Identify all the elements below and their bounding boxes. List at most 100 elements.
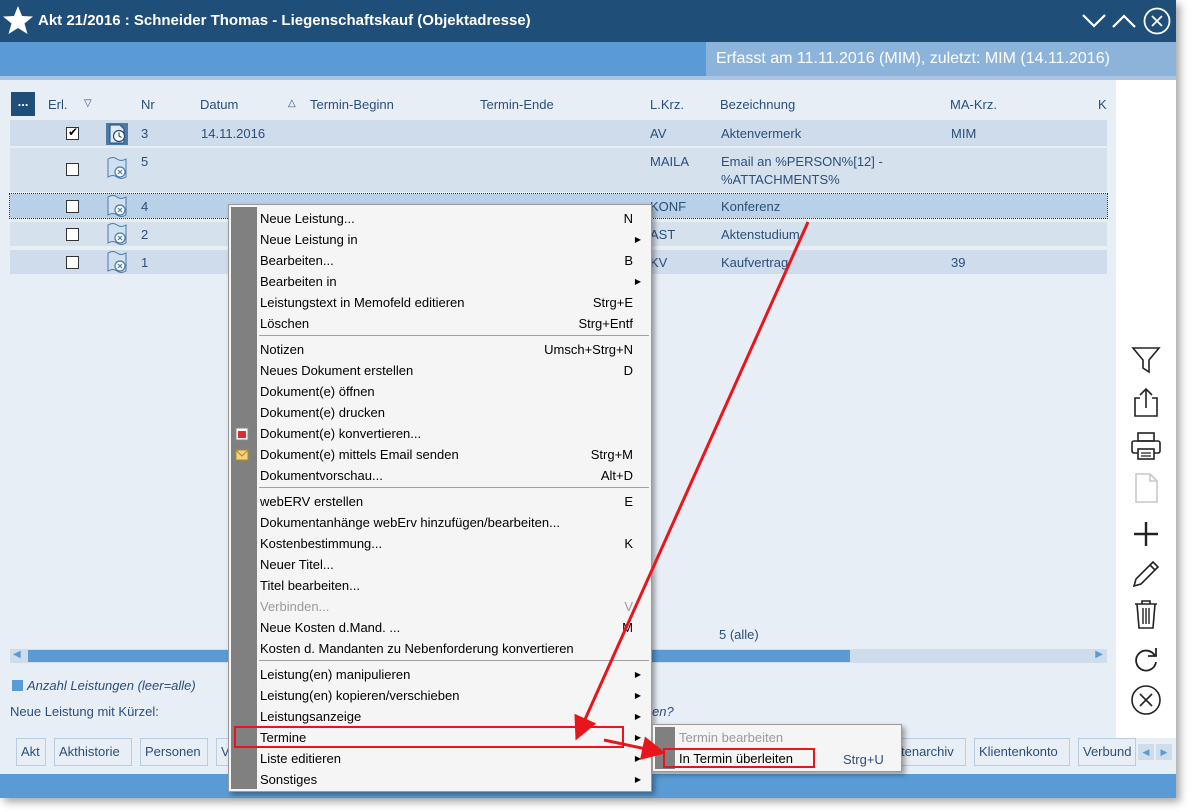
menu-item-21[interactable]: Leistung(en) manipulieren ▶ <box>259 664 649 685</box>
tab-akt[interactable]: Akt <box>16 738 46 766</box>
cell-lkrz: MAILA <box>650 154 690 169</box>
scroll-right-icon[interactable]: ▶ <box>1095 649 1103 660</box>
menu-item-17[interactable]: Titel bearbeiten... <box>259 575 649 596</box>
tab-klientenarchiv[interactable]: tenarchiv <box>896 738 966 766</box>
filter-icon[interactable] <box>1130 344 1162 376</box>
pencil-icon[interactable] <box>1130 558 1162 590</box>
submenu-arrow-icon: ▶ <box>634 754 641 763</box>
pdf-icon <box>235 427 249 441</box>
window-title: Akt 21/2016 : Schneider Thomas - Liegens… <box>38 12 531 29</box>
header-termin-ende[interactable]: Termin-Ende <box>480 97 554 112</box>
menu-item-22[interactable]: Leistung(en) kopieren/verschieben ▶ <box>259 685 649 706</box>
menu-item-3[interactable]: Bearbeiten in ▶ <box>259 271 649 292</box>
menu-item-8[interactable]: Dokument(e) öffnen <box>259 381 649 402</box>
row-checkbox[interactable] <box>66 256 79 269</box>
row-checkbox[interactable] <box>66 200 79 213</box>
row-checkbox[interactable] <box>66 163 79 176</box>
menu-item-15[interactable]: Kostenbestimmung... K <box>259 533 649 554</box>
menu-item-25[interactable]: Liste editieren ▶ <box>259 748 649 769</box>
menu-item-label: Dokumentanhänge webErv hinzufügen/bearbe… <box>260 515 560 530</box>
menu-item-0[interactable]: Neue Leistung... N <box>259 208 649 229</box>
menu-item-13[interactable]: webERV erstellen E <box>259 491 649 512</box>
count-filter-label[interactable]: Anzahl Leistungen (leer=alle) <box>12 678 196 693</box>
submenu-arrow-icon: ▶ <box>634 670 641 679</box>
menu-item-19[interactable]: Neue Kosten d.Mand. ... M <box>259 617 649 638</box>
header-makrz[interactable]: MA-Krz. <box>950 97 997 112</box>
menu-item-26[interactable]: Sonstiges ▶ <box>259 769 649 790</box>
table-row[interactable]: 5 MAILA Email an %PERSON%[12] - %ATTACHM… <box>10 148 1107 192</box>
menu-item-label: Verbinden... <box>260 599 330 614</box>
submenu-arrow-icon: ▶ <box>634 691 641 700</box>
tab-klientenkonto[interactable]: Klientenkonto <box>974 738 1070 766</box>
header-termin-beginn[interactable]: Termin-Beginn <box>310 97 394 112</box>
menu-item-shortcut: Strg+U <box>843 752 884 767</box>
header-lkrz[interactable]: L.Krz. <box>650 97 684 112</box>
menu-item-label: Leistungsanzeige <box>260 709 362 724</box>
printer-icon[interactable] <box>1130 430 1162 462</box>
menu-item-shortcut: Strg+M <box>590 447 633 462</box>
trash-icon[interactable] <box>1130 598 1162 630</box>
close-icon[interactable] <box>1143 7 1171 35</box>
plus-icon[interactable] <box>1130 518 1162 550</box>
info-bar: Erfasst am 11.11.2016 (MIM), zuletzt: MI… <box>0 42 1176 76</box>
header-k[interactable]: K <box>1098 97 1107 112</box>
close-circle-icon[interactable] <box>1130 684 1162 716</box>
refresh-icon[interactable] <box>1130 644 1162 676</box>
menu-separator <box>259 487 649 488</box>
menu-item-16[interactable]: Neuer Titel... <box>259 554 649 575</box>
cell-lkrz: KONF <box>650 199 687 214</box>
menu-item-9[interactable]: Dokument(e) drucken <box>259 402 649 423</box>
menu-item-5[interactable]: Löschen Strg+Entf <box>259 313 649 334</box>
export-icon[interactable] <box>1130 386 1162 418</box>
menu-item-6[interactable]: Notizen Umsch+Strg+N <box>259 339 649 360</box>
menu-item-18[interactable]: Verbinden... V <box>259 596 649 617</box>
menu-item-termin-bearbeiten[interactable]: Termin bearbeiten <box>679 727 783 748</box>
header-bezeichnung[interactable]: Bezeichnung <box>720 97 795 112</box>
menu-item-shortcut: Strg+Entf <box>578 316 633 331</box>
menu-item-14[interactable]: Dokumentanhänge webErv hinzufügen/bearbe… <box>259 512 649 533</box>
action-sidebar <box>1116 80 1176 738</box>
menu-item-11[interactable]: Dokument(e) mittels Email senden Strg+M <box>259 444 649 465</box>
submenu-arrow-icon: ▶ <box>634 733 641 742</box>
menu-item-4[interactable]: Leistungstext in Memofeld editieren Strg+… <box>259 292 649 313</box>
menu-item-label: Neues Dokument erstellen <box>260 363 414 378</box>
menu-item-23[interactable]: Leistungsanzeige ▶ <box>259 706 649 727</box>
cell-nr: 4 <box>141 199 149 214</box>
star-icon[interactable] <box>2 4 34 36</box>
context-menu: Neue Leistung... N Neue Leistung in ▶ Bearbe… <box>228 204 652 792</box>
tab-scroll-right-icon[interactable]: ▶ <box>1156 744 1172 760</box>
chevron-up-icon[interactable] <box>1110 7 1138 35</box>
email-icon <box>235 449 249 461</box>
tab-personen[interactable]: Personen <box>140 738 208 766</box>
tab-akthistorie[interactable]: Akthistorie <box>54 738 132 766</box>
menu-item-label: Leistung(en) manipulieren <box>260 667 411 682</box>
row-count: 5 (alle) <box>719 627 759 642</box>
menu-item-7[interactable]: Neues Dokument erstellen D <box>259 360 649 381</box>
menu-item-label: Bearbeiten... <box>260 253 334 268</box>
submenu-arrow-icon: ▶ <box>634 775 641 784</box>
cell-bezeichnung-line2: %ATTACHMENTS% <box>721 172 840 187</box>
scroll-left-icon[interactable]: ◀ <box>13 649 21 660</box>
menu-item-1[interactable]: Neue Leistung in ▶ <box>259 229 649 250</box>
tab-verbund[interactable]: Verbund <box>1078 738 1136 766</box>
menu-item-12[interactable]: Dokumentvorschau... Alt+D <box>259 465 649 486</box>
chevron-down-icon[interactable] <box>1080 7 1108 35</box>
row-checkbox[interactable] <box>66 125 79 140</box>
tab-scroll-left-icon[interactable]: ◀ <box>1138 744 1154 760</box>
menu-item-20[interactable]: Kosten d. Mandanten zu Nebenforderung ko… <box>259 638 649 659</box>
filter-sort-icon[interactable]: ▽ <box>84 98 92 109</box>
column-options-button[interactable]: ... <box>11 92 35 116</box>
cell-bezeichnung: Konferenz <box>721 199 781 214</box>
header-erl[interactable]: Erl. <box>48 97 68 112</box>
submenu-arrow-icon: ▶ <box>634 712 641 721</box>
menu-separator <box>259 335 649 336</box>
menu-item-shortcut: D <box>623 363 633 378</box>
menu-item-2[interactable]: Bearbeiten... B <box>259 250 649 271</box>
header-datum[interactable]: Datum <box>200 97 238 112</box>
menu-item-10[interactable]: Dokument(e) konvertieren... <box>259 423 649 444</box>
row-checkbox[interactable] <box>66 228 79 241</box>
cell-bezeichnung: Aktenstudium <box>721 227 800 242</box>
menu-item-label: Notizen <box>260 342 305 357</box>
header-nr[interactable]: Nr <box>141 97 155 112</box>
table-row[interactable]: 3 14.11.2016 AV Aktenvermerk MIM <box>10 120 1107 146</box>
